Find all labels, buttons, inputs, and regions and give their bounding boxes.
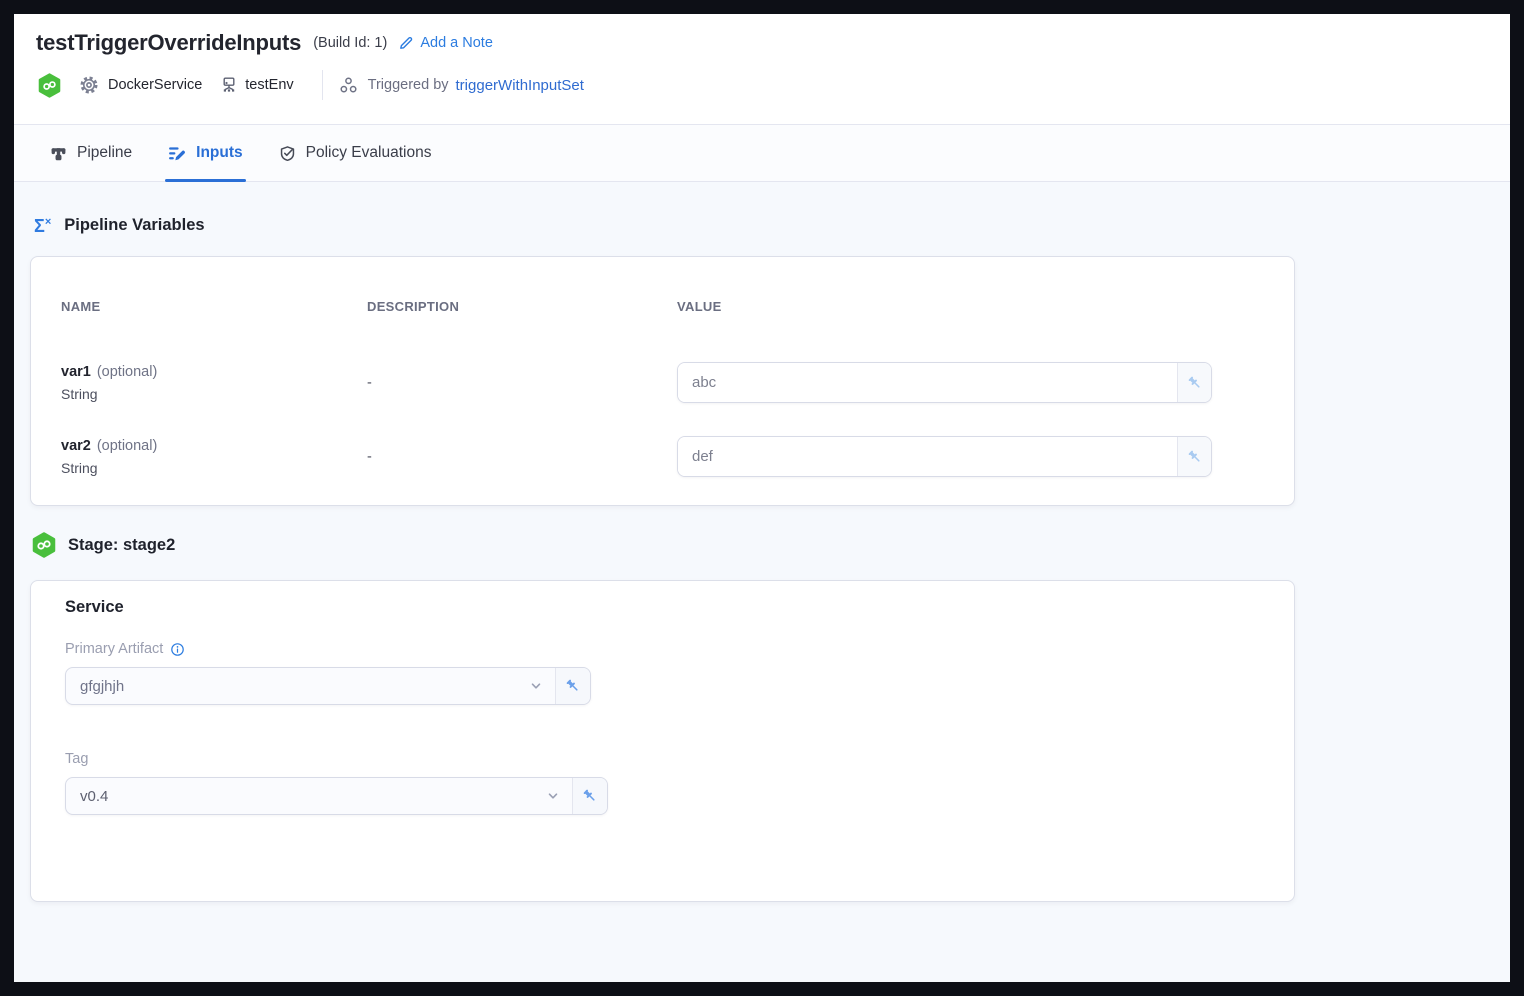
variables-table-header: NAME DESCRIPTION VALUE — [31, 257, 1294, 314]
pipeline-icon — [50, 145, 67, 162]
inputs-icon — [168, 145, 186, 162]
tab-pipeline[interactable]: Pipeline — [50, 125, 132, 181]
tag-select-group: v0.4 — [65, 777, 608, 815]
shield-check-icon — [279, 145, 296, 162]
tab-label: Policy Evaluations — [306, 144, 432, 162]
tag-label: Tag — [65, 751, 1294, 767]
pin-icon — [565, 678, 581, 694]
service-name: DockerService — [108, 77, 202, 93]
add-note-link[interactable]: Add a Note — [398, 35, 493, 51]
pipeline-variables-card: NAME DESCRIPTION VALUE var1 (optional) St… — [30, 256, 1295, 506]
tab-label: Inputs — [196, 144, 243, 162]
gear-icon — [79, 75, 99, 95]
variable-qualifier: (optional) — [97, 364, 157, 380]
tag-select[interactable]: v0.4 — [66, 778, 573, 814]
variable-qualifier: (optional) — [97, 438, 157, 454]
variable-name: var1 — [61, 364, 91, 380]
pipeline-variables-heading: Σ× Pipeline Variables — [34, 216, 1510, 235]
execution-meta: DockerService testEnv — [36, 70, 1482, 100]
table-row: var1 (optional) String - — [31, 362, 1294, 403]
selected-value: v0.4 — [80, 788, 108, 805]
environment-icon — [220, 76, 238, 94]
primary-artifact-select-group: gfgjhjh — [65, 667, 591, 705]
variable-value-cell — [677, 362, 1264, 403]
tab-label: Pipeline — [77, 144, 132, 162]
pencil-icon — [398, 35, 414, 51]
info-icon[interactable] — [170, 642, 185, 657]
field-label-text: Tag — [65, 751, 88, 767]
variable-type: String — [61, 386, 367, 402]
pin-button[interactable] — [573, 778, 607, 814]
variable-name-cell: var2 (optional) String — [61, 437, 367, 476]
section-title: Pipeline Variables — [64, 216, 204, 235]
variable-description: - — [367, 375, 677, 391]
column-header-name: NAME — [61, 299, 367, 314]
tab-bar: Pipeline Inputs Policy Evaluations — [14, 124, 1510, 182]
harness-cd-icon — [32, 532, 56, 558]
variable-name: var2 — [61, 438, 91, 454]
service-card-title: Service — [65, 598, 1294, 617]
tab-inputs[interactable]: Inputs — [168, 125, 243, 181]
pin-button[interactable] — [556, 668, 590, 704]
tab-policy-evaluations[interactable]: Policy Evaluations — [279, 125, 432, 181]
build-id: (Build Id: 1) — [313, 35, 387, 51]
pin-button[interactable] — [1178, 363, 1211, 402]
add-note-label: Add a Note — [420, 35, 493, 51]
harness-cd-icon — [38, 73, 61, 98]
trigger-icon — [339, 76, 358, 95]
chevron-down-icon — [529, 679, 543, 693]
divider — [322, 70, 323, 100]
variable-value-input[interactable] — [678, 363, 1178, 402]
value-input-group — [677, 436, 1212, 477]
variable-name-cell: var1 (optional) String — [61, 363, 367, 402]
chevron-down-icon — [546, 789, 560, 803]
column-header-value: VALUE — [677, 299, 1264, 314]
service-card: Service Primary Artifact gfgjhjh — [30, 580, 1295, 902]
inputs-panel: Σ× Pipeline Variables NAME DESCRIPTION V… — [14, 182, 1510, 982]
variable-value-cell — [677, 436, 1264, 477]
stage-heading: Stage: stage2 — [32, 532, 1510, 558]
value-input-group — [677, 362, 1212, 403]
title-row: testTriggerOverrideInputs (Build Id: 1) … — [36, 30, 1482, 56]
app-window: testTriggerOverrideInputs (Build Id: 1) … — [14, 14, 1510, 982]
sigma-icon: Σ× — [34, 217, 51, 235]
table-row: var2 (optional) String - — [31, 436, 1294, 477]
field-label-text: Primary Artifact — [65, 641, 163, 657]
column-header-description: DESCRIPTION — [367, 299, 677, 314]
pin-icon — [1187, 375, 1203, 391]
primary-artifact-select[interactable]: gfgjhjh — [66, 668, 556, 704]
triggered-by-label: Triggered by — [368, 77, 449, 93]
stage-title: Stage: stage2 — [68, 536, 175, 555]
execution-header: testTriggerOverrideInputs (Build Id: 1) … — [14, 14, 1510, 124]
pin-icon — [1187, 449, 1203, 465]
environment-name: testEnv — [245, 77, 293, 93]
page-title: testTriggerOverrideInputs — [36, 30, 301, 56]
variable-value-input[interactable] — [678, 437, 1178, 476]
trigger-name-link[interactable]: triggerWithInputSet — [456, 77, 584, 94]
variable-description: - — [367, 449, 677, 465]
pin-icon — [582, 788, 598, 804]
primary-artifact-label: Primary Artifact — [65, 641, 1294, 657]
variable-type: String — [61, 460, 367, 476]
pin-button[interactable] — [1178, 437, 1211, 476]
selected-value: gfgjhjh — [80, 678, 124, 695]
